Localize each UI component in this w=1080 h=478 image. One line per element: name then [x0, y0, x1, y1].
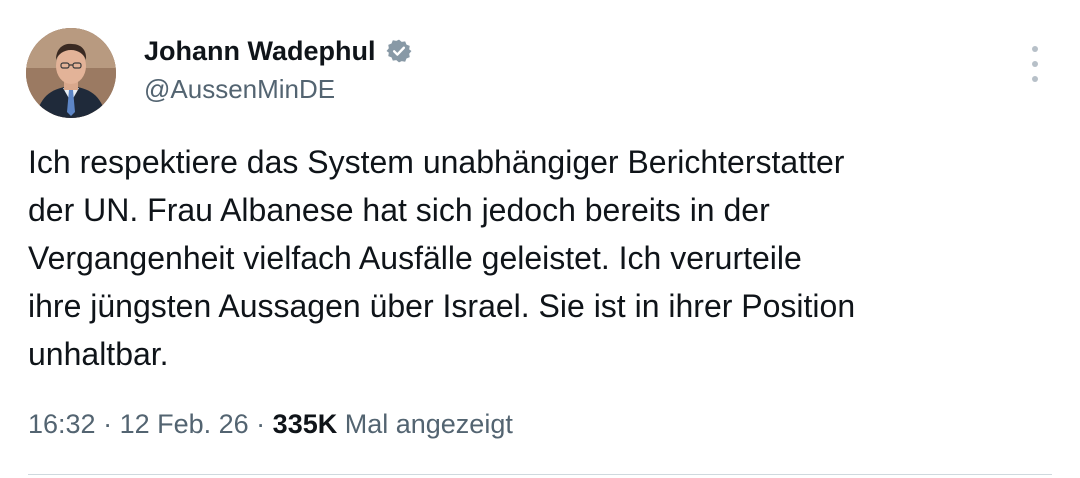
tweet-text-line: unhaltbar.	[28, 336, 169, 372]
author-handle[interactable]: @AussenMinDE	[144, 74, 335, 105]
tweet-text-line: der UN. Frau Albanese hat sich jedoch be…	[28, 192, 770, 228]
tweet-date[interactable]: 12 Feb. 26	[120, 409, 249, 439]
views-count[interactable]: 335K	[273, 409, 338, 439]
verified-badge-icon	[386, 38, 412, 64]
tweet-meta: 16:32 · 12 Feb. 26 · 335K Mal angezeigt	[28, 409, 513, 440]
divider	[28, 474, 1052, 475]
tweet-text-line: Vergangenheit vielfach Ausfälle geleiste…	[28, 240, 802, 276]
meta-separator: ·	[95, 409, 120, 439]
more-dot	[1032, 76, 1038, 82]
avatar-photo	[26, 28, 116, 118]
more-dot	[1032, 61, 1038, 67]
more-dot	[1032, 46, 1038, 52]
more-options-icon[interactable]	[1022, 46, 1048, 82]
views-label: Mal angezeigt	[344, 409, 513, 439]
avatar[interactable]	[26, 28, 116, 118]
tweet-text: Ich respektiere das System unabhängiger …	[28, 138, 1048, 378]
author-name-row: Johann Wadephul	[144, 34, 412, 68]
tweet-card: Johann Wadephul @AussenMinDE Ich respekt…	[0, 0, 1080, 478]
tweet-time[interactable]: 16:32	[28, 409, 96, 439]
author-display-name[interactable]: Johann Wadephul	[144, 36, 376, 67]
meta-separator: ·	[248, 409, 273, 439]
tweet-text-line: ihre jüngsten Aussagen über Israel. Sie …	[28, 288, 856, 324]
tweet-text-line: Ich respektiere das System unabhängiger …	[28, 144, 845, 180]
